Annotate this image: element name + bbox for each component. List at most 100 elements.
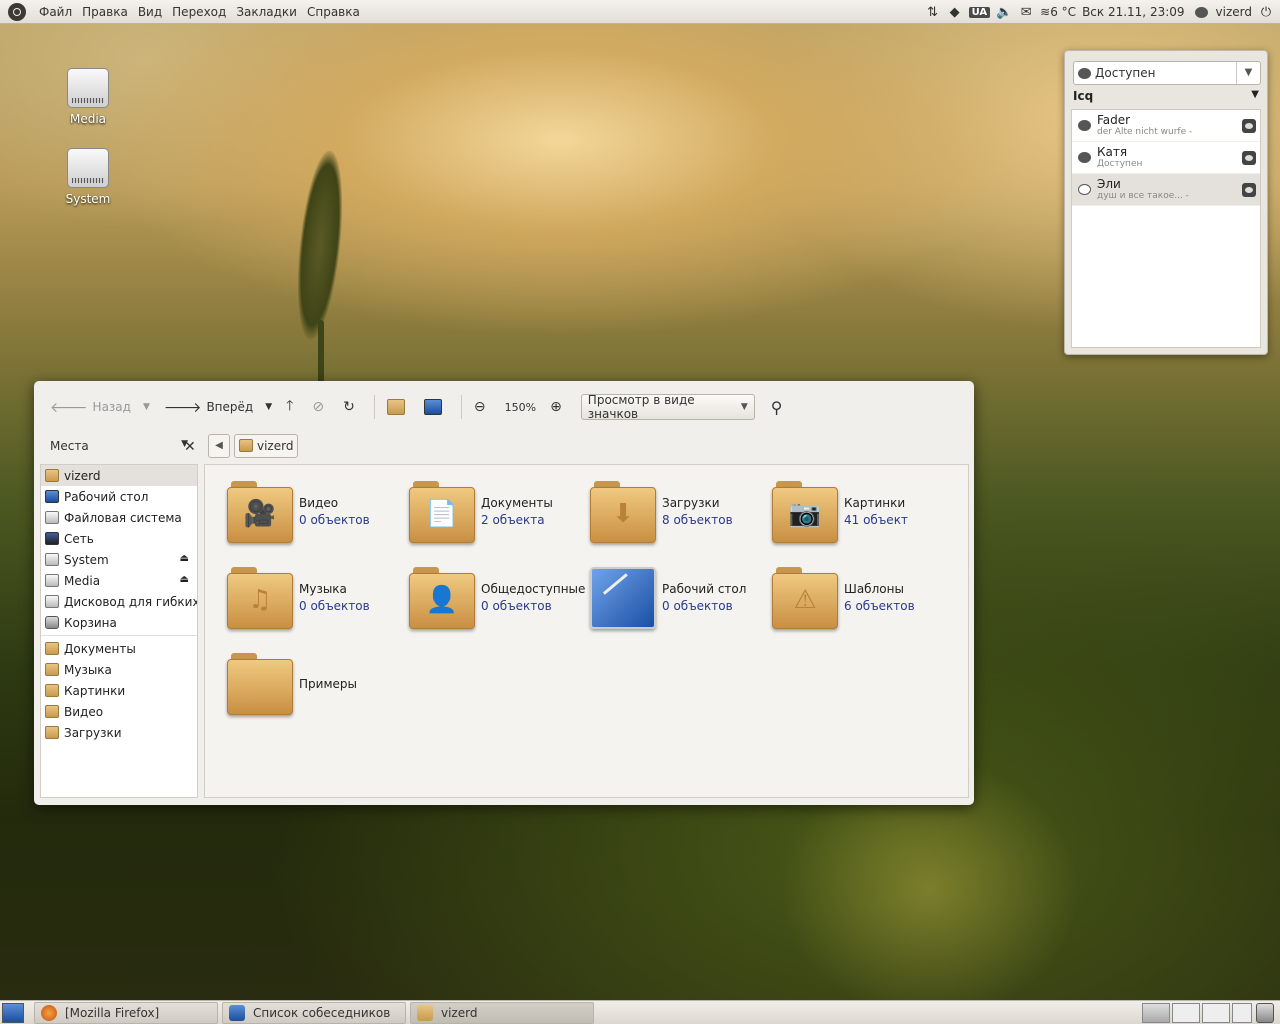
eject-icon[interactable]: ⏏ (180, 574, 189, 585)
back-button[interactable]: 🡐 Назад ▼ (50, 399, 150, 416)
chevron-down-icon[interactable]: ▼ (265, 402, 272, 412)
contact-item[interactable]: Эли душ и все такое... - (1072, 174, 1260, 206)
sidebar-item-label: Дисковод для гибких... (64, 594, 197, 609)
breadcrumb-item-home[interactable]: vizerd (234, 434, 299, 458)
desktop-icon-system[interactable]: System (53, 148, 123, 206)
taskbar-item-contacts[interactable]: Список собеседников (222, 1002, 406, 1024)
webcam-icon[interactable] (1242, 151, 1256, 165)
sidebar-item-home[interactable]: vizerd (41, 465, 197, 486)
up-button[interactable]: 🡑 (286, 395, 298, 419)
workspace-1[interactable] (1142, 1003, 1170, 1023)
ubuntu-logo-icon[interactable] (8, 3, 26, 21)
eject-icon[interactable]: ⏏ (180, 553, 189, 564)
chat-status-icon[interactable] (1194, 6, 1208, 18)
close-icon[interactable]: ✕ (184, 439, 196, 455)
file-manager-window: 🡐 Назад ▼ 🡒 Вперёд ▼ 🡑 ⊘ ↻ ⊖ 150% ⊕ Просмотр… (34, 381, 974, 805)
sidebar-item-floppy[interactable]: Дисковод для гибких... (41, 591, 197, 612)
reload-button[interactable]: ↻ (343, 399, 360, 415)
breadcrumb-left-button[interactable]: ◀ (208, 434, 230, 458)
workspace-2[interactable] (1172, 1003, 1200, 1023)
sidebar-item-label: Корзина (64, 615, 117, 630)
stop-button[interactable]: ⊘ (312, 399, 329, 415)
menu-view[interactable]: Вид (133, 5, 167, 19)
zoom-out-button[interactable]: ⊖ (474, 399, 491, 415)
workspace-4[interactable] (1232, 1003, 1252, 1023)
item-name: Рабочий стол (662, 582, 747, 596)
sidebar-item-desktop[interactable]: Рабочий стол (41, 486, 197, 507)
status-selector[interactable]: Доступен ▼ (1073, 61, 1261, 85)
workspace-3[interactable] (1202, 1003, 1230, 1023)
collapse-arrow-icon[interactable]: ▼ (1251, 89, 1259, 100)
home-button[interactable] (386, 399, 410, 415)
music-folder-icon (45, 663, 59, 676)
reload-icon: ↻ (343, 399, 355, 415)
folder-item-downloads[interactable]: ⬇ Загрузки 8 объектов (590, 481, 733, 543)
sidebar-item-trash[interactable]: Корзина (41, 612, 197, 633)
menu-go[interactable]: Переход (167, 5, 231, 19)
music-folder-icon: ♫ (227, 567, 293, 629)
webcam-icon[interactable] (1242, 119, 1256, 133)
forward-button[interactable]: 🡒 Вперёд ▼ (164, 399, 272, 416)
clock[interactable]: Вск 21.11, 23:09 (1082, 5, 1184, 19)
volume-icon[interactable]: 🔈 (996, 5, 1012, 20)
contact-list-window: Доступен ▼ Icq ▼ Fader der Alte nicht wur… (1064, 50, 1268, 355)
sidebar-item-network[interactable]: Сеть (41, 528, 197, 549)
sidebar-item-filesystem[interactable]: Файловая система (41, 507, 197, 528)
folder-item-music[interactable]: ♫ Музыка 0 объектов (227, 567, 370, 629)
search-button[interactable]: ⚲ (771, 398, 788, 417)
desktop-icon (45, 490, 59, 503)
desktop-icon-label: System (65, 192, 111, 206)
keyboard-layout-indicator[interactable]: UA (968, 6, 991, 18)
taskbar-item-file-manager[interactable]: vizerd (410, 1002, 594, 1024)
webcam-icon[interactable] (1242, 183, 1256, 197)
network-transfer-icon[interactable]: ⇅ (925, 5, 941, 20)
contact-group-header[interactable]: Icq ▼ (1073, 89, 1261, 103)
computer-button[interactable] (423, 399, 447, 415)
sidebar-item-videos[interactable]: Видео (41, 701, 197, 722)
folder-item-pictures[interactable]: 📷 Картинки 41 объект (772, 481, 908, 543)
desktop-icon-media[interactable]: Media (53, 68, 123, 126)
sidebar-item-music[interactable]: Музыка (41, 659, 197, 680)
folder-item-videos[interactable]: 🎥 Видео 0 объектов (227, 481, 370, 543)
sidebar-item-documents[interactable]: Документы (41, 638, 197, 659)
contact-list: Fader der Alte nicht wurfe - Катя Доступен… (1071, 109, 1261, 348)
stop-icon: ⊘ (312, 399, 325, 415)
chevron-down-icon[interactable]: ▼ (1236, 62, 1260, 84)
sidebar-item-pictures[interactable]: Картинки (41, 680, 197, 701)
chevron-down-icon[interactable]: ▼ (143, 402, 150, 412)
menu-bookmarks[interactable]: Закладки (231, 5, 302, 19)
task-label: vizerd (441, 1006, 478, 1020)
show-desktop-icon[interactable] (2, 1003, 24, 1023)
menu-file[interactable]: Файл (34, 5, 77, 19)
contact-status: Доступен (1097, 158, 1143, 169)
folder-item-documents[interactable]: 📄 Документы 2 объекта (409, 481, 553, 543)
menu-edit[interactable]: Правка (77, 5, 133, 19)
contact-item[interactable]: Катя Доступен (1072, 142, 1260, 174)
arrow-right-icon: 🡒 (163, 399, 202, 416)
sidebar-item-downloads[interactable]: Загрузки (41, 722, 197, 743)
folder-item-examples[interactable]: Примеры (227, 653, 357, 715)
sidebar-item-label: System (64, 552, 109, 567)
weather-indicator[interactable]: ≋6 °C (1040, 5, 1076, 19)
view-mode-select[interactable]: Просмотр в виде значков ▼ (580, 393, 755, 421)
task-label: [Mozilla Firefox] (65, 1006, 160, 1020)
folder-item-public[interactable]: 👤 Общедоступные 0 объектов (409, 567, 585, 629)
trash-icon[interactable] (1256, 1003, 1274, 1023)
user-menu[interactable]: vizerd (1216, 5, 1252, 19)
folder-item-desktop[interactable]: Рабочий стол 0 объектов (590, 567, 746, 629)
sidebar-item-system[interactable]: System ⏏ (41, 549, 197, 570)
item-info: 2 объекта (481, 513, 545, 527)
sidebar-title[interactable]: Места (50, 439, 89, 453)
mail-icon[interactable]: ✉ (1018, 5, 1034, 20)
zoom-in-button[interactable]: ⊕ (550, 399, 567, 415)
folder-item-templates[interactable]: ⚠ Шаблоны 6 объектов (772, 567, 915, 629)
item-info: 41 объект (844, 513, 908, 527)
power-icon[interactable]: ⏻ (1258, 5, 1274, 20)
update-icon[interactable]: ◆ (947, 5, 963, 20)
menu-help[interactable]: Справка (302, 5, 365, 19)
contact-item[interactable]: Fader der Alte nicht wurfe - (1072, 110, 1260, 142)
taskbar-item-firefox[interactable]: [Mozilla Firefox] (34, 1002, 218, 1024)
examples-folder-icon (227, 653, 293, 715)
sidebar-item-media[interactable]: Media ⏏ (41, 570, 197, 591)
home-folder-icon (417, 1005, 433, 1021)
